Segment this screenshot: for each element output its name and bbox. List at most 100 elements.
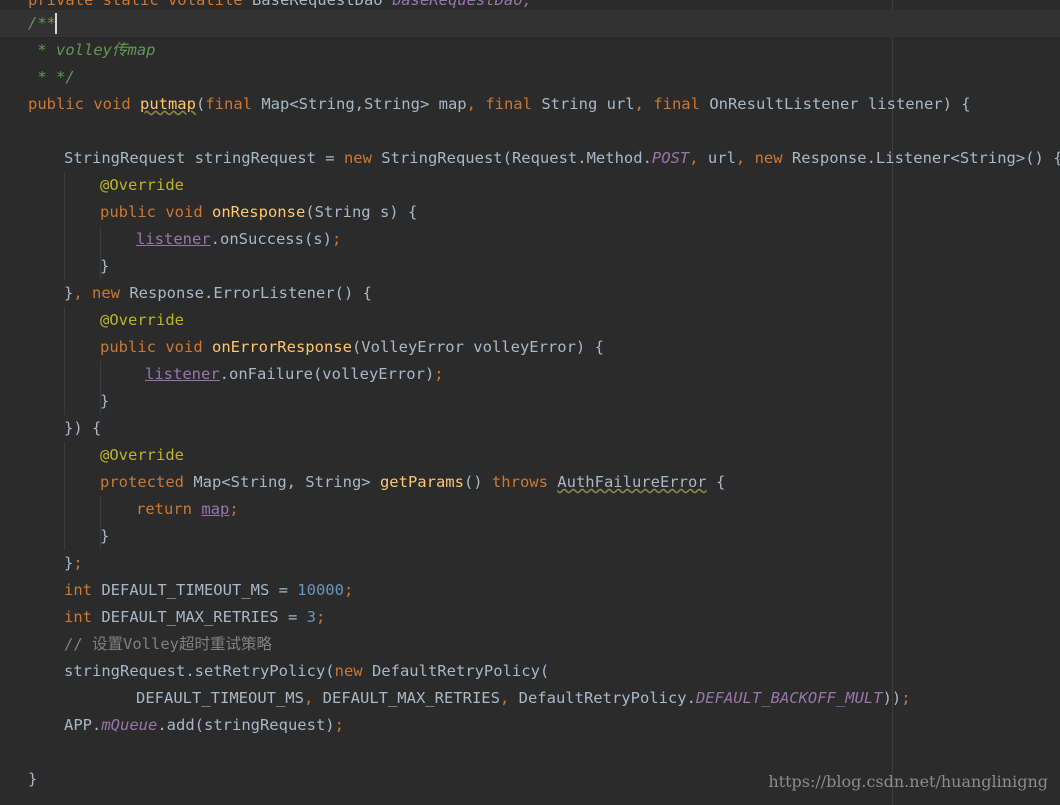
code-token: ; [73, 554, 83, 572]
code-token: 3 [306, 608, 316, 626]
code-line[interactable]: }; [0, 550, 1060, 577]
code-line[interactable]: @Override [0, 307, 1060, 334]
code-line[interactable]: @Override [0, 172, 1060, 199]
code-text: StringRequest stringRequest = new String… [64, 145, 1060, 172]
code-token: ; [331, 230, 342, 248]
code-token: } [28, 770, 38, 788]
code-token: /** [28, 14, 56, 32]
indent-guide [64, 523, 65, 550]
code-text: /** [28, 10, 56, 37]
code-text: } [100, 523, 109, 550]
code-token: public void [100, 203, 212, 221]
code-text: int DEFAULT_MAX_RETRIES = 3; [64, 604, 325, 631]
code-text: @Override [100, 307, 184, 334]
code-token: , [73, 284, 93, 302]
code-token: } [64, 554, 74, 572]
code-token: , [499, 689, 519, 707]
code-text: // 设置Volley超时重试策略 [64, 631, 272, 658]
code-line[interactable] [0, 118, 1060, 145]
code-token: )) [882, 689, 902, 707]
code-line[interactable]: } [0, 253, 1060, 280]
code-token: DEFAULT_TIMEOUT_MS = [101, 581, 298, 599]
code-line[interactable]: listener.onFailure(volleyError); [0, 361, 1060, 388]
code-token: final [485, 95, 542, 113]
code-token: StringRequest stringRequest = [64, 149, 344, 167]
code-text: DEFAULT_TIMEOUT_MS, DEFAULT_MAX_RETRIES,… [136, 685, 911, 712]
code-token: protected [100, 473, 194, 491]
code-line[interactable] [0, 739, 1060, 766]
code-text: }) { [64, 415, 101, 442]
code-line[interactable]: * volley传map [0, 37, 1060, 64]
code-token: String url [541, 95, 635, 113]
code-token: AuthFailureError [557, 473, 707, 491]
indent-guide [100, 496, 101, 523]
code-line[interactable]: DEFAULT_TIMEOUT_MS, DEFAULT_MAX_RETRIES,… [0, 685, 1060, 712]
code-token: DEFAULT_TIMEOUT_MS [136, 689, 304, 707]
code-line[interactable]: protected Map<String, String> getParams(… [0, 469, 1060, 496]
indent-guide [64, 172, 65, 199]
code-line[interactable]: @Override [0, 442, 1060, 469]
code-token: ; [315, 608, 326, 626]
code-token: * volley传map [28, 41, 156, 59]
code-text: * */ [28, 64, 74, 91]
code-token: { [706, 473, 726, 491]
code-line[interactable]: stringRequest.setRetryPolicy(new Default… [0, 658, 1060, 685]
code-token: Map<String, String> [193, 473, 380, 491]
code-line[interactable]: }, new Response.ErrorListener() { [0, 280, 1060, 307]
code-line[interactable]: public void onResponse(String s) { [0, 199, 1060, 226]
code-text: APP.mQueue.add(stringRequest); [64, 712, 344, 739]
code-line[interactable]: } [0, 523, 1060, 550]
code-text: int DEFAULT_TIMEOUT_MS = 10000; [64, 577, 353, 604]
code-line[interactable]: /** [0, 10, 1060, 37]
indent-guide [100, 226, 101, 253]
code-text: } [100, 388, 109, 415]
indent-guide [64, 307, 65, 334]
code-token: ; [434, 365, 444, 383]
code-text: public void onResponse(String s) { [100, 199, 417, 226]
code-line[interactable]: APP.mQueue.add(stringRequest); [0, 712, 1060, 739]
code-editor[interactable]: private static volatile BaseRequestDao b… [0, 0, 1060, 805]
code-token: }) { [64, 419, 102, 437]
code-token: DEFAULT_BACKOFF_MULT [695, 689, 883, 707]
code-token: () [463, 473, 492, 491]
code-token: (String s) { [305, 203, 418, 221]
code-token: , [466, 95, 486, 113]
text-caret [55, 13, 57, 34]
code-line[interactable]: } [0, 388, 1060, 415]
indent-guide [64, 334, 65, 361]
code-line[interactable]: // 设置Volley超时重试策略 [0, 631, 1060, 658]
code-token: BaseRequestDao [251, 0, 392, 9]
code-token: DefaultRetryPolicy. [518, 689, 696, 707]
code-token: , [634, 95, 654, 113]
code-text: }, new Response.ErrorListener() { [64, 280, 372, 307]
code-line[interactable]: public void putmap(final Map<String,Stri… [0, 91, 1060, 118]
code-token: listener [145, 365, 220, 383]
code-text: stringRequest.setRetryPolicy(new Default… [64, 658, 549, 685]
indent-guide [64, 496, 65, 523]
code-line[interactable]: public void onErrorResponse(VolleyError … [0, 334, 1060, 361]
code-token: baseRequestDao; [391, 0, 532, 9]
code-token: ; [334, 716, 344, 734]
code-line[interactable]: int DEFAULT_TIMEOUT_MS = 10000; [0, 577, 1060, 604]
code-line[interactable]: return map; [0, 496, 1060, 523]
code-token: } [100, 257, 110, 275]
indent-guide [64, 361, 65, 388]
code-token: Response.ErrorListener() { [129, 284, 372, 302]
code-line[interactable]: listener.onSuccess(s); [0, 226, 1060, 253]
code-token: DEFAULT_MAX_RETRIES [322, 689, 500, 707]
code-text: @Override [100, 442, 184, 469]
code-token: new [343, 149, 382, 167]
indent-guide [64, 442, 65, 469]
code-token: new [92, 284, 130, 302]
indent-guide [64, 388, 65, 415]
code-line[interactable]: * */ [0, 64, 1060, 91]
code-token: DefaultRetryPolicy( [371, 662, 550, 680]
code-token: onErrorResponse [211, 338, 352, 356]
code-line[interactable]: StringRequest stringRequest = new String… [0, 145, 1060, 172]
code-line[interactable]: }) { [0, 415, 1060, 442]
code-line[interactable]: int DEFAULT_MAX_RETRIES = 3; [0, 604, 1060, 631]
code-token: ; [343, 581, 354, 599]
code-token: getParams [379, 473, 464, 491]
code-text: listener.onSuccess(s); [136, 226, 341, 253]
code-token: Response.Listener<String>() { [791, 149, 1060, 167]
